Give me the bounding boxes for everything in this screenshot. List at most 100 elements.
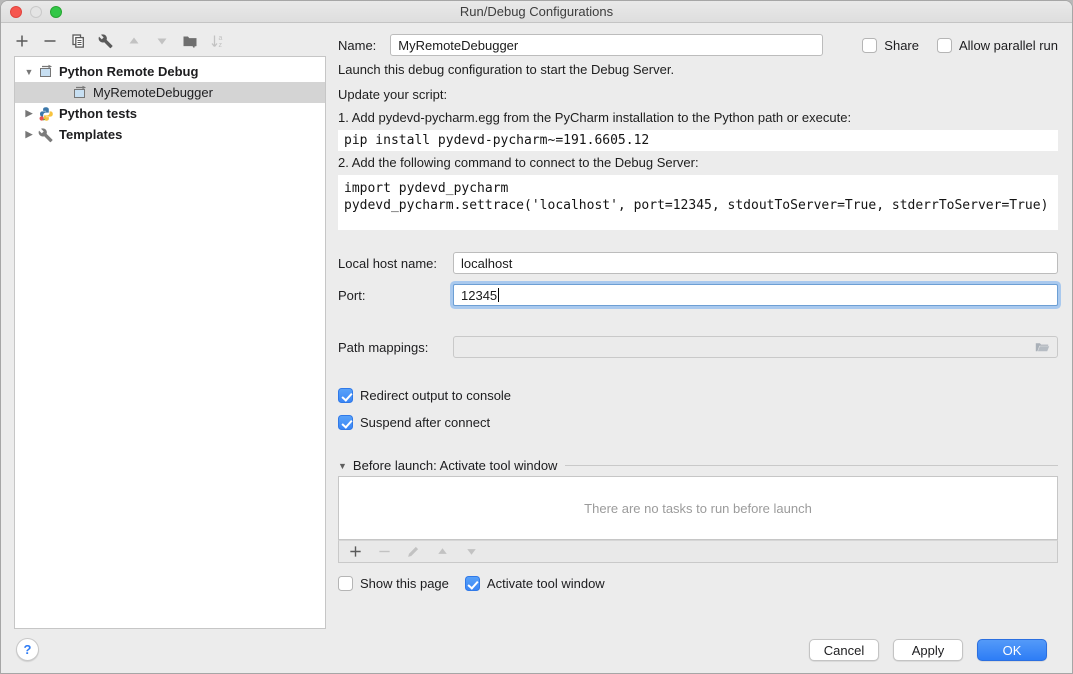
help-button[interactable]: ? <box>16 638 39 661</box>
minimize-window-button <box>30 6 42 18</box>
remove-configuration-button[interactable] <box>41 32 59 50</box>
python-tests-icon <box>38 106 54 122</box>
text-cursor <box>498 288 499 302</box>
add-task-button[interactable] <box>346 543 364 561</box>
titlebar: Run/Debug Configurations <box>1 1 1072 23</box>
tree-item-label: MyRemoteDebugger <box>93 85 213 100</box>
svg-text:a: a <box>219 35 223 42</box>
move-up-icon <box>126 33 142 49</box>
move-task-up-button <box>433 543 451 561</box>
show-this-page-group[interactable]: Show this page <box>338 576 449 591</box>
tree-item-python-tests[interactable]: ▶ Python tests <box>15 103 325 124</box>
before-launch-header: Before launch: Activate tool window <box>353 458 558 473</box>
add-icon <box>14 33 30 49</box>
add-configuration-button[interactable] <box>13 32 31 50</box>
new-folder-icon <box>182 33 198 49</box>
remove-task-button <box>375 543 393 561</box>
chevron-collapsed-icon[interactable]: ▶ <box>23 108 35 119</box>
allow-parallel-run-group[interactable]: Allow parallel run <box>937 38 1058 53</box>
dialog-body: az ▼ Python Remote Debug MyRemoteDebugge… <box>1 23 1072 629</box>
traffic-lights <box>10 6 62 18</box>
pip-install-command: pip install pydevd-pycharm~=191.6605.12 <box>338 130 1058 151</box>
move-up-button <box>125 32 143 50</box>
port-label: Port: <box>338 288 453 303</box>
section-divider <box>565 465 1058 466</box>
redirect-output-row[interactable]: Redirect output to console <box>338 388 1058 403</box>
sort-alphabetically-icon: az <box>210 33 226 49</box>
add-icon <box>348 544 363 559</box>
apply-button[interactable]: Apply <box>893 639 963 661</box>
wrench-icon <box>98 33 114 49</box>
tree-item-label: Python Remote Debug <box>59 64 198 79</box>
name-label: Name: <box>338 38 376 53</box>
before-launch-header-row[interactable]: ▼ Before launch: Activate tool window <box>338 458 1058 473</box>
port-input[interactable]: 12345 <box>453 284 1058 306</box>
tree-item-myremotedebugger[interactable]: MyRemoteDebugger <box>15 82 325 103</box>
allow-parallel-run-checkbox[interactable] <box>937 38 952 53</box>
chevron-expanded-icon[interactable]: ▼ <box>23 67 35 77</box>
copy-icon <box>70 33 86 49</box>
templates-wrench-icon <box>38 127 54 143</box>
launch-description-text: Launch this debug configuration to start… <box>338 62 1058 78</box>
activate-tool-window-group[interactable]: Activate tool window <box>465 576 605 591</box>
sort-alphabetically-button: az <box>209 32 227 50</box>
ok-button[interactable]: OK <box>977 639 1047 661</box>
zoom-window-button[interactable] <box>50 6 62 18</box>
local-host-label: Local host name: <box>338 256 453 271</box>
edit-task-button <box>404 543 422 561</box>
help-icon: ? <box>24 642 32 657</box>
edit-defaults-button[interactable] <box>97 32 115 50</box>
run-config-icon <box>72 85 88 101</box>
tree-item-templates[interactable]: ▶ Templates <box>15 124 325 145</box>
name-input[interactable]: MyRemoteDebugger <box>390 34 823 56</box>
svg-text:z: z <box>219 42 223 49</box>
tree-item-label: Python tests <box>59 106 137 121</box>
footer-buttons: Cancel Apply OK <box>809 639 1047 661</box>
window-title: Run/Debug Configurations <box>460 4 613 19</box>
dialog-footer: ? Cancel Apply OK <box>1 629 1072 673</box>
show-this-page-label: Show this page <box>360 576 449 591</box>
copy-configuration-button[interactable] <box>69 32 87 50</box>
share-checkbox-group[interactable]: Share <box>862 38 919 53</box>
task-toolbar <box>338 540 1058 563</box>
tree-item-python-remote-debug[interactable]: ▼ Python Remote Debug <box>15 61 325 82</box>
path-mappings-row: Path mappings: <box>338 336 1058 358</box>
new-folder-button[interactable] <box>181 32 199 50</box>
show-this-page-checkbox[interactable] <box>338 576 353 591</box>
path-mappings-input[interactable] <box>453 336 1058 358</box>
chevron-collapsed-icon[interactable]: ▶ <box>23 129 35 140</box>
browse-folder-icon[interactable] <box>1034 339 1050 355</box>
share-label: Share <box>884 38 919 53</box>
move-down-icon <box>464 544 479 559</box>
close-window-button[interactable] <box>10 6 22 18</box>
suspend-after-connect-row[interactable]: Suspend after connect <box>338 415 1058 430</box>
local-host-row: Local host name: localhost <box>338 252 1058 274</box>
allow-parallel-run-label: Allow parallel run <box>959 38 1058 53</box>
page-options-row: Show this page Activate tool window <box>338 576 1058 591</box>
tree-item-label: Templates <box>59 127 122 142</box>
step2-text: 2. Add the following command to connect … <box>338 155 1058 171</box>
share-checkbox[interactable] <box>862 38 877 53</box>
remove-icon <box>377 544 392 559</box>
port-row: Port: 12345 <box>338 284 1058 306</box>
run-config-icon <box>38 64 54 80</box>
step1-text: 1. Add pydevd-pycharm.egg from the PyCha… <box>338 110 1058 126</box>
activate-tool-window-checkbox[interactable] <box>465 576 480 591</box>
settrace-code-block: import pydevd_pycharmpydevd_pycharm.sett… <box>338 175 1058 230</box>
redirect-output-checkbox[interactable] <box>338 388 353 403</box>
move-task-down-button <box>462 543 480 561</box>
update-script-text: Update your script: <box>338 87 1058 103</box>
activate-tool-window-label: Activate tool window <box>487 576 605 591</box>
redirect-output-label: Redirect output to console <box>360 388 511 403</box>
before-launch-task-list[interactable]: There are no tasks to run before launch <box>338 476 1058 540</box>
suspend-after-connect-checkbox[interactable] <box>338 415 353 430</box>
suspend-after-connect-label: Suspend after connect <box>360 415 490 430</box>
configurations-toolbar: az <box>13 32 227 50</box>
empty-tasks-text: There are no tasks to run before launch <box>584 501 812 516</box>
cancel-button[interactable]: Cancel <box>809 639 879 661</box>
local-host-input[interactable]: localhost <box>453 252 1058 274</box>
name-row: Name: MyRemoteDebugger Share Allow paral… <box>338 34 1058 56</box>
move-up-icon <box>435 544 450 559</box>
chevron-expanded-icon[interactable]: ▼ <box>338 461 347 471</box>
move-down-button <box>153 32 171 50</box>
